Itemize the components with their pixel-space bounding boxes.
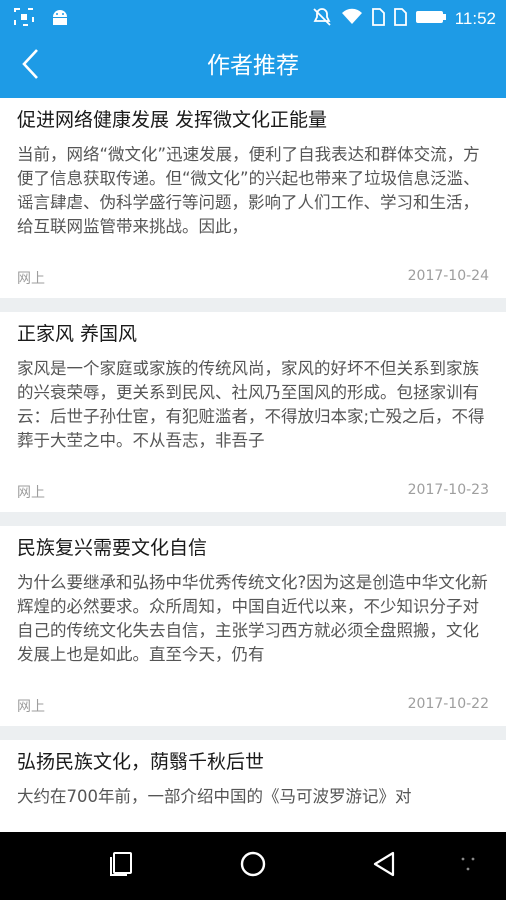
sim-icon [371,8,385,30]
battery-icon [415,9,447,29]
wifi-icon [341,8,363,30]
sim-icon [393,8,407,30]
status-left [14,8,70,30]
article-date: 2017-10-23 [407,482,489,498]
article-list[interactable]: 促进网络健康发展 发挥微文化正能量 当前，网络“微文化”迅速发展，便利了自我表达… [0,98,506,832]
mute-icon [311,7,333,31]
article-card[interactable]: 民族复兴需要文化自信 为什么要继承和弘扬中华优秀传统文化?因为这是创造中华文化新… [0,526,506,726]
article-source: 网上 [17,271,45,287]
recents-icon [108,851,134,881]
app-bar: 作者推荐 [0,34,506,98]
chevron-left-icon [21,48,39,84]
article-source: 网上 [17,485,45,501]
article-summary: 为什么要继承和弘扬中华优秀传统文化?因为这是创造中华文化新辉煌的必然要求。众所周… [17,573,488,664]
article-title: 正家风 养国风 [17,323,138,345]
article-meta: 网上 2017-10-22 [17,696,489,716]
android-icon [50,8,70,30]
article-card[interactable]: 弘扬民族文化，荫翳千秋后世 大约在700年前，一部介绍中国的《马可波罗游记》对 [0,740,506,832]
article-summary: 家风是一个家庭或家族的传统风尚，家风的好坏不但关系到家族的兴衰荣辱，更关系到民风… [17,359,485,450]
back-button[interactable] [8,44,52,88]
article-card[interactable]: 正家风 养国风 家风是一个家庭或家族的传统风尚，家风的好坏不但关系到家族的兴衰荣… [0,312,506,512]
screenshot-icon [14,8,34,30]
page-title: 作者推荐 [207,53,299,79]
article-card[interactable]: 促进网络健康发展 发挥微文化正能量 当前，网络“微文化”迅速发展，便利了自我表达… [0,98,506,298]
article-summary: 大约在700年前，一部介绍中国的《马可波罗游记》对 [17,787,412,806]
article-meta: 网上 2017-10-23 [17,482,489,502]
status-bar: 11:52 [0,0,506,34]
article-date: 2017-10-24 [407,268,489,284]
home-icon [239,850,267,882]
article-summary: 当前，网络“微文化”迅速发展，便利了自我表达和群体交流，方便了信息获取传递。但“… [17,145,480,236]
back-icon [370,850,398,882]
navigation-bar [0,832,506,900]
article-meta: 网上 2017-10-24 [17,268,489,288]
article-source: 网上 [17,699,45,715]
menu-button[interactable] [452,850,484,882]
article-date: 2017-10-22 [407,696,489,712]
status-right: 11:52 [311,7,496,31]
article-title: 促进网络健康发展 发挥微文化正能量 [17,109,328,131]
nav-back-button[interactable] [368,850,400,882]
menu-dots-icon [458,854,478,878]
article-title: 弘扬民族文化，荫翳千秋后世 [17,751,265,773]
recents-button[interactable] [105,850,137,882]
status-time: 11:52 [454,9,496,28]
home-button[interactable] [237,850,269,882]
article-title: 民族复兴需要文化自信 [17,537,208,559]
